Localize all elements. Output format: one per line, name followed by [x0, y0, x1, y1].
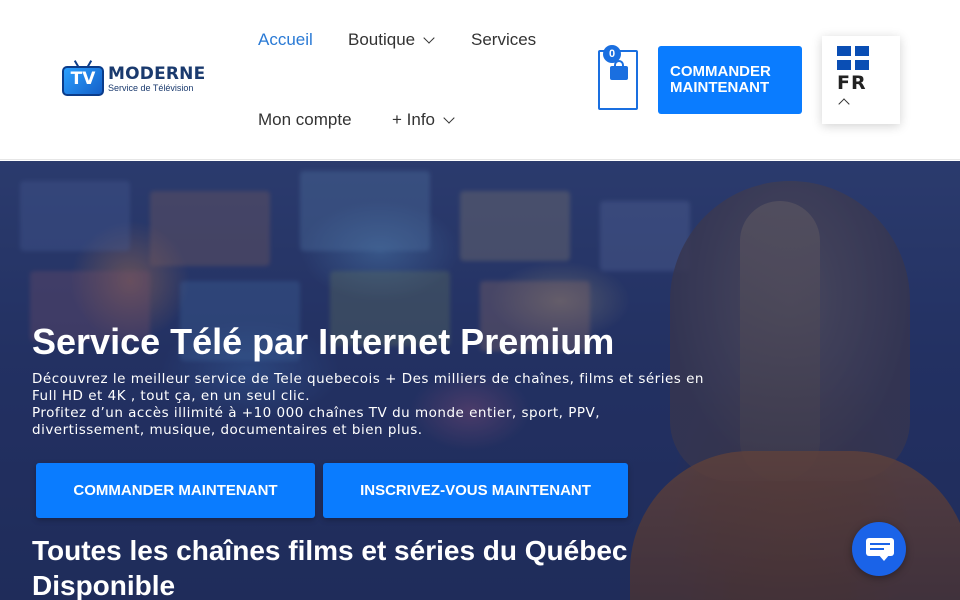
cart-count-badge: 0	[603, 45, 621, 63]
logo-name: MODERNE	[108, 64, 206, 84]
nav-item-boutique[interactable]: Boutique	[348, 30, 435, 50]
hero-subtitle: Toutes les chaînes films et séries du Qu…	[32, 535, 628, 600]
header-order-line2: MAINTENANT	[670, 79, 770, 96]
hero-title: Service Télé par Internet Premium	[32, 321, 615, 362]
sign-up-button[interactable]: INSCRIVEZ-VOUS MAINTENANT	[323, 463, 628, 518]
hero-description-line-2: Profitez d’un accès illimité à +10 000 c…	[32, 405, 601, 438]
chevron-down-icon	[423, 32, 435, 44]
shopping-bag-icon	[610, 66, 628, 80]
nav-item-services[interactable]: Services	[471, 30, 536, 50]
chevron-up-icon	[838, 98, 850, 110]
nav-item-label: + Info	[392, 110, 436, 129]
nav-item-label: Services	[471, 30, 537, 49]
logo-tv-label: TV	[70, 69, 96, 89]
quebec-flag-icon	[837, 46, 869, 70]
header-order-button[interactable]: COMMANDER MAINTENANT	[658, 46, 802, 114]
header-order-line1: COMMANDER	[670, 63, 771, 80]
logo-tagline: Service de Télévision	[108, 83, 194, 93]
hero-section: Service Télé par Internet Premium Découv…	[0, 161, 960, 600]
language-code: FR	[837, 72, 867, 94]
chat-button[interactable]	[852, 522, 906, 576]
chevron-down-icon	[443, 112, 455, 124]
nav-item-label: Mon compte	[258, 110, 352, 129]
order-now-button[interactable]: COMMANDER MAINTENANT	[36, 463, 315, 518]
nav-item-info[interactable]: + Info	[392, 110, 455, 130]
tv-icon: TV	[62, 60, 106, 98]
cart-button[interactable]: 0	[598, 45, 638, 110]
site-header: TV MODERNE Service de Télévision Accueil…	[0, 0, 960, 160]
nav-item-label: Accueil	[258, 30, 313, 49]
site-logo[interactable]: TV MODERNE Service de Télévision	[62, 58, 212, 100]
nav-item-label: Boutique	[348, 30, 416, 49]
hero-description: Découvrez le meilleur service de Tele qu…	[32, 371, 712, 439]
nav-item-accueil[interactable]: Accueil	[258, 30, 313, 50]
nav-item-mon-compte[interactable]: Mon compte	[258, 110, 352, 130]
hero-description-line-1: Découvrez le meilleur service de Tele qu…	[32, 371, 704, 404]
language-switcher[interactable]: FR	[822, 36, 900, 124]
